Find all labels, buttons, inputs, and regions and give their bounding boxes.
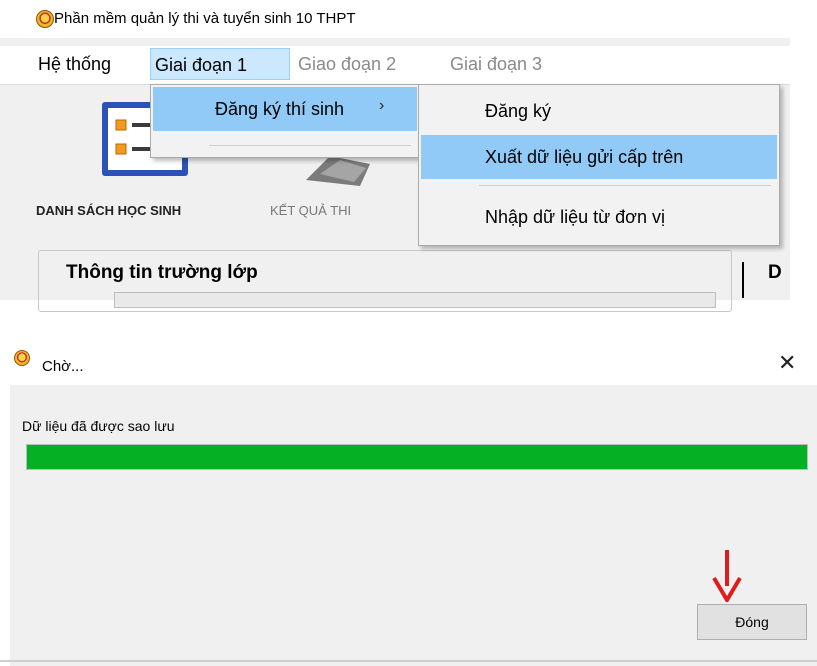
toolbar-label-student-list[interactable]: DANH SÁCH HỌC SINH (36, 203, 181, 218)
menu-item-xuat-du-lieu[interactable]: Xuất dữ liệu gửi cấp trên (421, 135, 777, 179)
menu-item-label: Đăng ký thí sinh (215, 99, 345, 119)
toolbar-label-exam-results[interactable]: KẾT QUẢ THI (270, 203, 351, 218)
close-button[interactable]: Đóng (697, 604, 807, 640)
app-title: Phần mềm quản lý thi và tuyển sinh 10 TH… (54, 10, 356, 27)
menu-giai-doan-1[interactable]: Giai đoạn 1 (150, 48, 290, 80)
menu-giao-doan-2[interactable]: Giao đoạn 2 (294, 48, 400, 80)
dialog-titlebar (0, 340, 817, 384)
close-icon[interactable]: ✕ (778, 352, 796, 374)
app-logo-icon (14, 350, 30, 366)
app-logo-icon (36, 10, 54, 28)
menu-giai-doan-3[interactable]: Giai đoạn 3 (446, 48, 546, 80)
menubar: Hệ thống Giai đoạn 1 Giao đoạn 2 Giai đo… (0, 46, 790, 84)
right-groupbox-title: D (768, 262, 782, 283)
menu-item-nhap-du-lieu[interactable]: Nhập dữ liệu từ đơn vị (421, 195, 777, 239)
menu-item-dang-ky-thi-sinh[interactable]: Đăng ký thí sinh (153, 87, 417, 131)
submenu-dang-ky-thi-sinh: Đăng ký Xuất dữ liệu gửi cấp trên Nhập d… (418, 84, 780, 246)
dialog-title: Chờ... (42, 358, 84, 375)
dialog-bottom-border (0, 660, 817, 662)
progress-bar (26, 444, 808, 470)
progress-fill (27, 445, 807, 469)
splitter-handle[interactable] (742, 262, 750, 298)
app-titlebar: Phần mềm quản lý thi và tuyển sinh 10 TH… (0, 0, 790, 38)
menu-item-dang-ky[interactable]: Đăng ký (421, 89, 777, 133)
submenu-arrow-icon: › (379, 97, 385, 114)
menu-separator (209, 145, 411, 146)
red-arrow-icon (712, 550, 742, 602)
dropdown-giai-doan-1: Đăng ký thí sinh › (150, 84, 420, 158)
dialog-message: Dữ liệu đã được sao lưu (22, 418, 175, 434)
groupbox-title: Thông tin trường lớp (62, 262, 262, 284)
menu-he-thong[interactable]: Hệ thống (34, 48, 115, 80)
school-class-panel (114, 292, 716, 308)
menu-separator (479, 185, 771, 186)
